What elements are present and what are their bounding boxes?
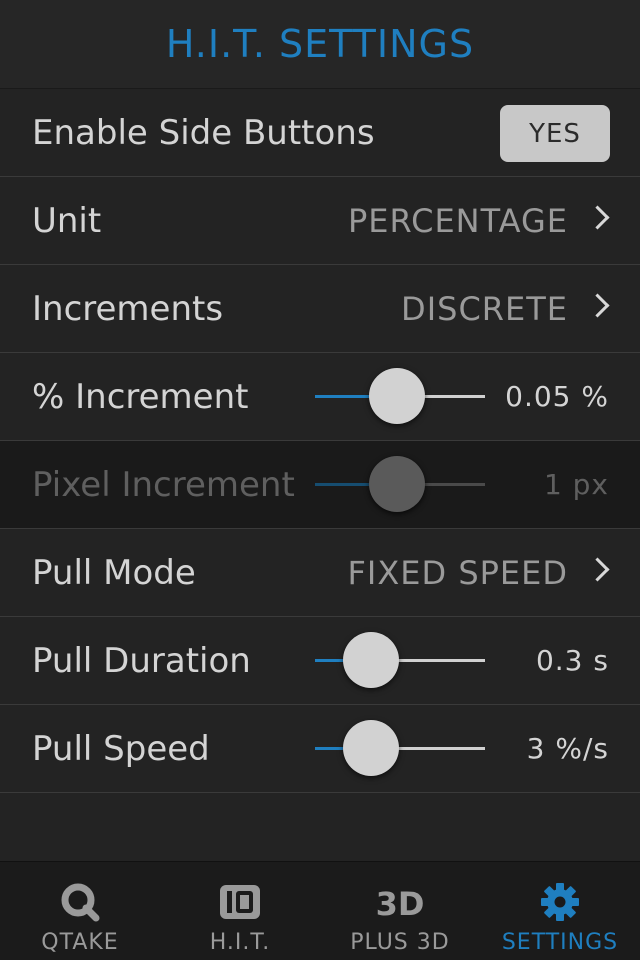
chevron-right-icon (585, 205, 610, 230)
row-label: Pull Speed (32, 728, 210, 769)
pull-speed-slider[interactable] (315, 720, 485, 778)
side-buttons-toggle-button[interactable]: YES (500, 105, 610, 162)
chevron-right-icon (585, 293, 610, 318)
increments-value: DISCRETE (401, 289, 568, 328)
pull-duration-slider[interactable] (315, 632, 485, 690)
tab-bar: QTAKE H.I.T. 3D PLUS 3D SETTINGS (0, 861, 640, 960)
row-pull-mode[interactable]: Pull Mode FIXED SPEED (0, 529, 640, 617)
tab-settings[interactable]: SETTINGS (480, 862, 640, 960)
row-pixel-increment: Pixel Increment 1 px (0, 441, 640, 529)
percent-increment-slider[interactable] (315, 368, 485, 426)
tab-label: PLUS 3D (350, 930, 450, 955)
nav-header: H.I.T. SETTINGS (0, 0, 640, 89)
gear-icon (540, 880, 580, 924)
pixel-increment-slider (315, 456, 485, 514)
svg-text:3D: 3D (376, 885, 425, 922)
row-label: Unit (32, 200, 102, 241)
tab-hit[interactable]: H.I.T. (160, 862, 320, 960)
hit-icon (218, 880, 262, 924)
tab-qtake[interactable]: QTAKE (0, 862, 160, 960)
tab-label: SETTINGS (501, 930, 619, 955)
tab-label: QTAKE (41, 930, 119, 955)
pull-mode-value: FIXED SPEED (347, 553, 568, 592)
row-label: % Increment (32, 376, 249, 417)
row-label: Pixel Increment (32, 464, 295, 505)
row-label: Pull Duration (32, 640, 251, 681)
pull-speed-value: 3 %/s (526, 732, 609, 765)
row-label: Pull Mode (32, 552, 196, 593)
row-label: Enable Side Buttons (32, 112, 375, 153)
hit-settings-screen: H.I.T. SETTINGS Enable Side Buttons YES … (0, 0, 640, 960)
tab-label: H.I.T. (209, 930, 271, 955)
chevron-right-icon (585, 557, 610, 582)
unit-value: PERCENTAGE (347, 201, 568, 240)
row-percent-increment: % Increment 0.05 % (0, 353, 640, 441)
row-pull-duration: Pull Duration 0.3 s (0, 617, 640, 705)
slider-thumb[interactable] (343, 632, 400, 688)
pull-duration-value: 0.3 s (535, 644, 609, 677)
row-enable-side-buttons: Enable Side Buttons YES (0, 89, 640, 177)
slider-thumb[interactable] (368, 368, 425, 424)
row-pull-speed: Pull Speed 3 %/s (0, 705, 640, 793)
plus-3d-icon: 3D (375, 880, 425, 924)
slider-thumb[interactable] (343, 720, 400, 776)
row-label: Increments (32, 288, 224, 329)
slider-thumb (368, 456, 425, 512)
page-title: H.I.T. SETTINGS (165, 22, 475, 66)
row-increments[interactable]: Increments DISCRETE (0, 265, 640, 353)
tab-plus-3d[interactable]: 3D PLUS 3D (320, 862, 480, 960)
row-unit[interactable]: Unit PERCENTAGE (0, 177, 640, 265)
qtake-icon (60, 880, 100, 924)
percent-increment-value: 0.05 % (505, 380, 609, 413)
pixel-increment-value: 1 px (543, 468, 609, 501)
